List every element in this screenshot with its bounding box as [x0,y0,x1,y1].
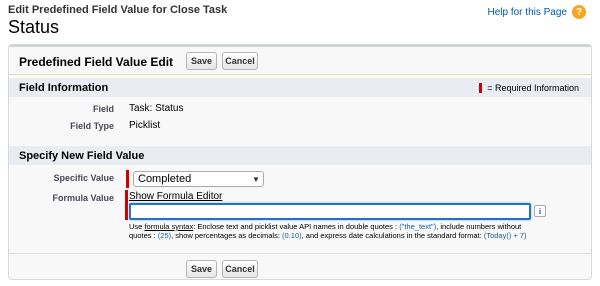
footer-divider [9,253,591,254]
panel-title: Predefined Field Value Edit [19,55,174,69]
specify-new-value-section: Specify New Field Value [9,145,591,165]
specific-value-label: Specific Value [53,173,114,183]
cancel-button-bottom[interactable]: Cancel [222,260,258,278]
edit-panel: Predefined Field Value Edit Save Cancel … [8,44,592,280]
save-button-top[interactable]: Save [186,52,217,70]
field-label: Field [92,104,114,114]
info-icon[interactable]: i [534,205,546,217]
formula-syntax-link[interactable]: formula syntax [144,222,193,231]
formula-value-input[interactable] [129,203,531,220]
save-button-bottom[interactable]: Save [186,260,217,278]
specific-value-select[interactable]: Completed ▼ [133,171,264,187]
hint-code-text: ("the_text") [399,222,437,231]
show-formula-editor-link[interactable]: Show Formula Editor [129,191,222,202]
help-link[interactable]: Help for this Page ? [488,5,586,19]
field-value: Task: Status [129,103,184,114]
section-title-field-information: Field Information [19,82,109,94]
hint-text-1: : Enclose text and picklist value API na… [193,222,398,231]
help-icon[interactable]: ? [572,5,586,19]
formula-syntax-hint: Use formula syntax: Enclose text and pic… [129,222,539,240]
page-title: Status [8,17,60,37]
hint-code-percent: (0.10) [282,231,302,240]
page-subtitle: Edit Predefined Field Value for Close Ta… [8,4,228,16]
hint-text-3: , show percentages as decimals: [171,231,280,240]
field-type-label: Field Type [70,121,114,131]
chevron-down-icon: ▼ [252,174,260,184]
formula-value-required-marker [125,190,128,220]
formula-value-label: Formula Value [52,193,114,203]
field-type-value: Picklist [129,120,161,131]
specific-value-selected: Completed [138,173,192,185]
cancel-button-top[interactable]: Cancel [222,52,258,70]
hint-code-date: (Today() + 7) [483,231,527,240]
field-information-section: Field Information = Required Information [9,77,591,97]
required-indicator-icon [479,83,483,93]
specific-value-required-marker [126,170,129,188]
page-header: Edit Predefined Field Value for Close Ta… [8,4,227,38]
section-title-specify-new-field-value: Specify New Field Value [19,150,145,162]
hint-text-4: , and express date calculations in the s… [301,231,482,240]
hint-code-number: (25) [157,231,172,240]
hint-use: Use [129,222,143,231]
required-legend: = Required Information [479,83,579,93]
panel-header: Predefined Field Value Edit Save Cancel [9,47,591,75]
help-link-label[interactable]: Help for this Page [488,7,568,18]
required-legend-text: = Required Information [487,83,579,93]
